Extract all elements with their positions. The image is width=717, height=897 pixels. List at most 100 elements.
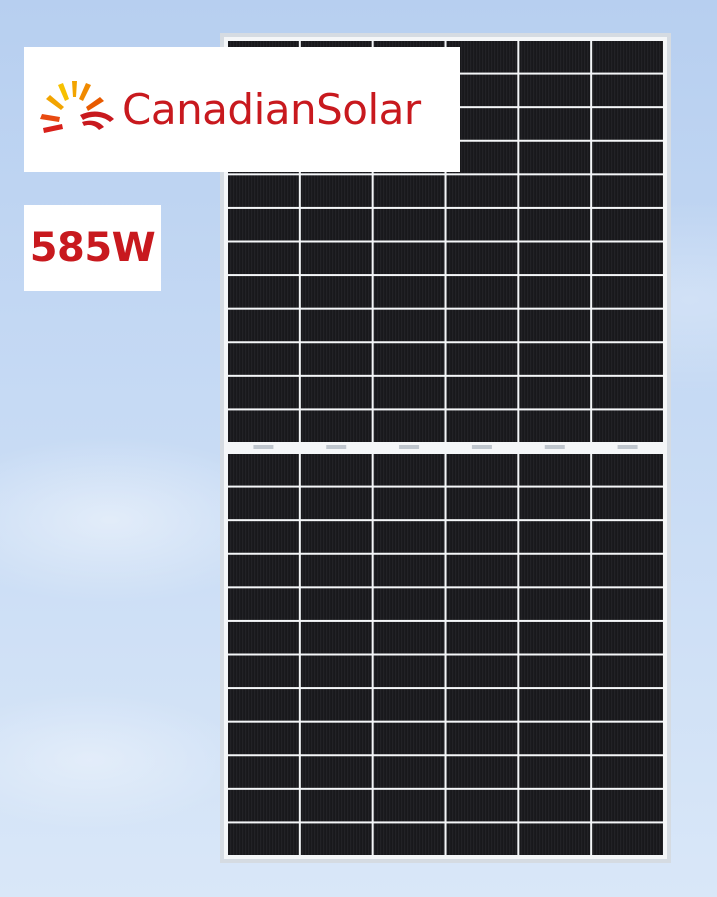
brand-name: CanadianSolar: [122, 85, 421, 134]
solar-cell: [300, 521, 372, 553]
solar-cell: [373, 588, 445, 620]
solar-cell: [592, 74, 663, 107]
solar-cell: [373, 655, 445, 688]
solar-cell: [228, 343, 299, 375]
solar-cell: [592, 823, 663, 855]
solar-cell: [446, 175, 518, 207]
solar-cell: [300, 242, 372, 275]
power-rating: 585W: [29, 225, 156, 271]
solar-cell: [446, 343, 518, 375]
solar-cell: [300, 343, 372, 375]
solar-cell: [592, 376, 663, 409]
solar-cell: [519, 823, 591, 855]
solar-cell: [446, 722, 518, 755]
solar-cell: [592, 655, 663, 688]
solar-cell: [446, 588, 518, 620]
solar-cell: [519, 655, 591, 688]
solar-cell: [446, 756, 518, 788]
cell-connector: [399, 445, 420, 449]
solar-cell: [300, 175, 372, 207]
solar-cell: [300, 756, 372, 788]
solar-cell: [519, 554, 591, 587]
solar-cell: [228, 756, 299, 788]
solar-cell: [300, 410, 372, 442]
solar-cell: [592, 454, 663, 486]
solar-cell: [228, 722, 299, 755]
solar-cell: [519, 521, 591, 553]
solar-cell: [446, 521, 518, 553]
solar-cell: [592, 722, 663, 755]
solar-cell: [228, 376, 299, 409]
cell-connector: [617, 445, 638, 449]
cell-connector: [544, 445, 565, 449]
solar-cell: [373, 621, 445, 654]
solar-cell: [446, 410, 518, 442]
solar-cell: [373, 343, 445, 375]
cell-connector: [471, 445, 492, 449]
solar-cell: [519, 343, 591, 375]
solar-cell: [446, 208, 518, 241]
solar-cell: [446, 689, 518, 721]
solar-cell: [300, 722, 372, 755]
solar-cell: [592, 141, 663, 174]
solar-cell: [300, 276, 372, 308]
solar-cell: [519, 41, 591, 73]
sunburst-logo-icon: [40, 80, 114, 133]
solar-cell: [519, 376, 591, 409]
solar-cell: [592, 175, 663, 207]
solar-cell: [592, 242, 663, 275]
solar-cell: [373, 309, 445, 342]
solar-cell: [446, 655, 518, 688]
solar-cell: [228, 655, 299, 688]
solar-cell: [446, 621, 518, 654]
solar-cell: [519, 309, 591, 342]
solar-cell: [300, 208, 372, 241]
solar-cell: [446, 242, 518, 275]
solar-cell: [373, 722, 445, 755]
solar-cell: [300, 655, 372, 688]
solar-cell: [519, 175, 591, 207]
solar-cell: [228, 789, 299, 822]
solar-cell: [519, 242, 591, 275]
solar-cell: [592, 689, 663, 721]
solar-cell: [373, 208, 445, 241]
solar-cell: [519, 208, 591, 241]
solar-cell: [519, 789, 591, 822]
solar-cell: [519, 588, 591, 620]
solar-cell: [519, 410, 591, 442]
solar-cell: [519, 621, 591, 654]
solar-cell: [592, 554, 663, 587]
solar-cell: [519, 108, 591, 140]
solar-cell: [373, 276, 445, 308]
solar-cell: [228, 410, 299, 442]
solar-cell: [228, 276, 299, 308]
solar-cell: [228, 689, 299, 721]
cell-connector: [253, 445, 274, 449]
solar-cell: [519, 689, 591, 721]
cell-connector: [326, 445, 347, 449]
solar-cell: [592, 588, 663, 620]
solar-cell: [592, 487, 663, 520]
solar-cell: [373, 454, 445, 486]
solar-cell: [519, 487, 591, 520]
solar-cell: [228, 621, 299, 654]
solar-cell: [519, 722, 591, 755]
solar-cell: [373, 410, 445, 442]
power-rating-box: 585W: [24, 205, 161, 291]
solar-cell: [373, 487, 445, 520]
solar-cell: [300, 309, 372, 342]
solar-cell: [446, 789, 518, 822]
solar-cell: [446, 309, 518, 342]
solar-cell: [373, 789, 445, 822]
solar-cell: [228, 309, 299, 342]
solar-cell: [228, 208, 299, 241]
solar-cell: [373, 689, 445, 721]
solar-cell: [592, 309, 663, 342]
solar-cell: [519, 74, 591, 107]
solar-cell: [300, 376, 372, 409]
solar-cell: [592, 276, 663, 308]
solar-cell: [373, 376, 445, 409]
solar-cell: [228, 588, 299, 620]
solar-cell: [592, 343, 663, 375]
solar-cell: [446, 487, 518, 520]
